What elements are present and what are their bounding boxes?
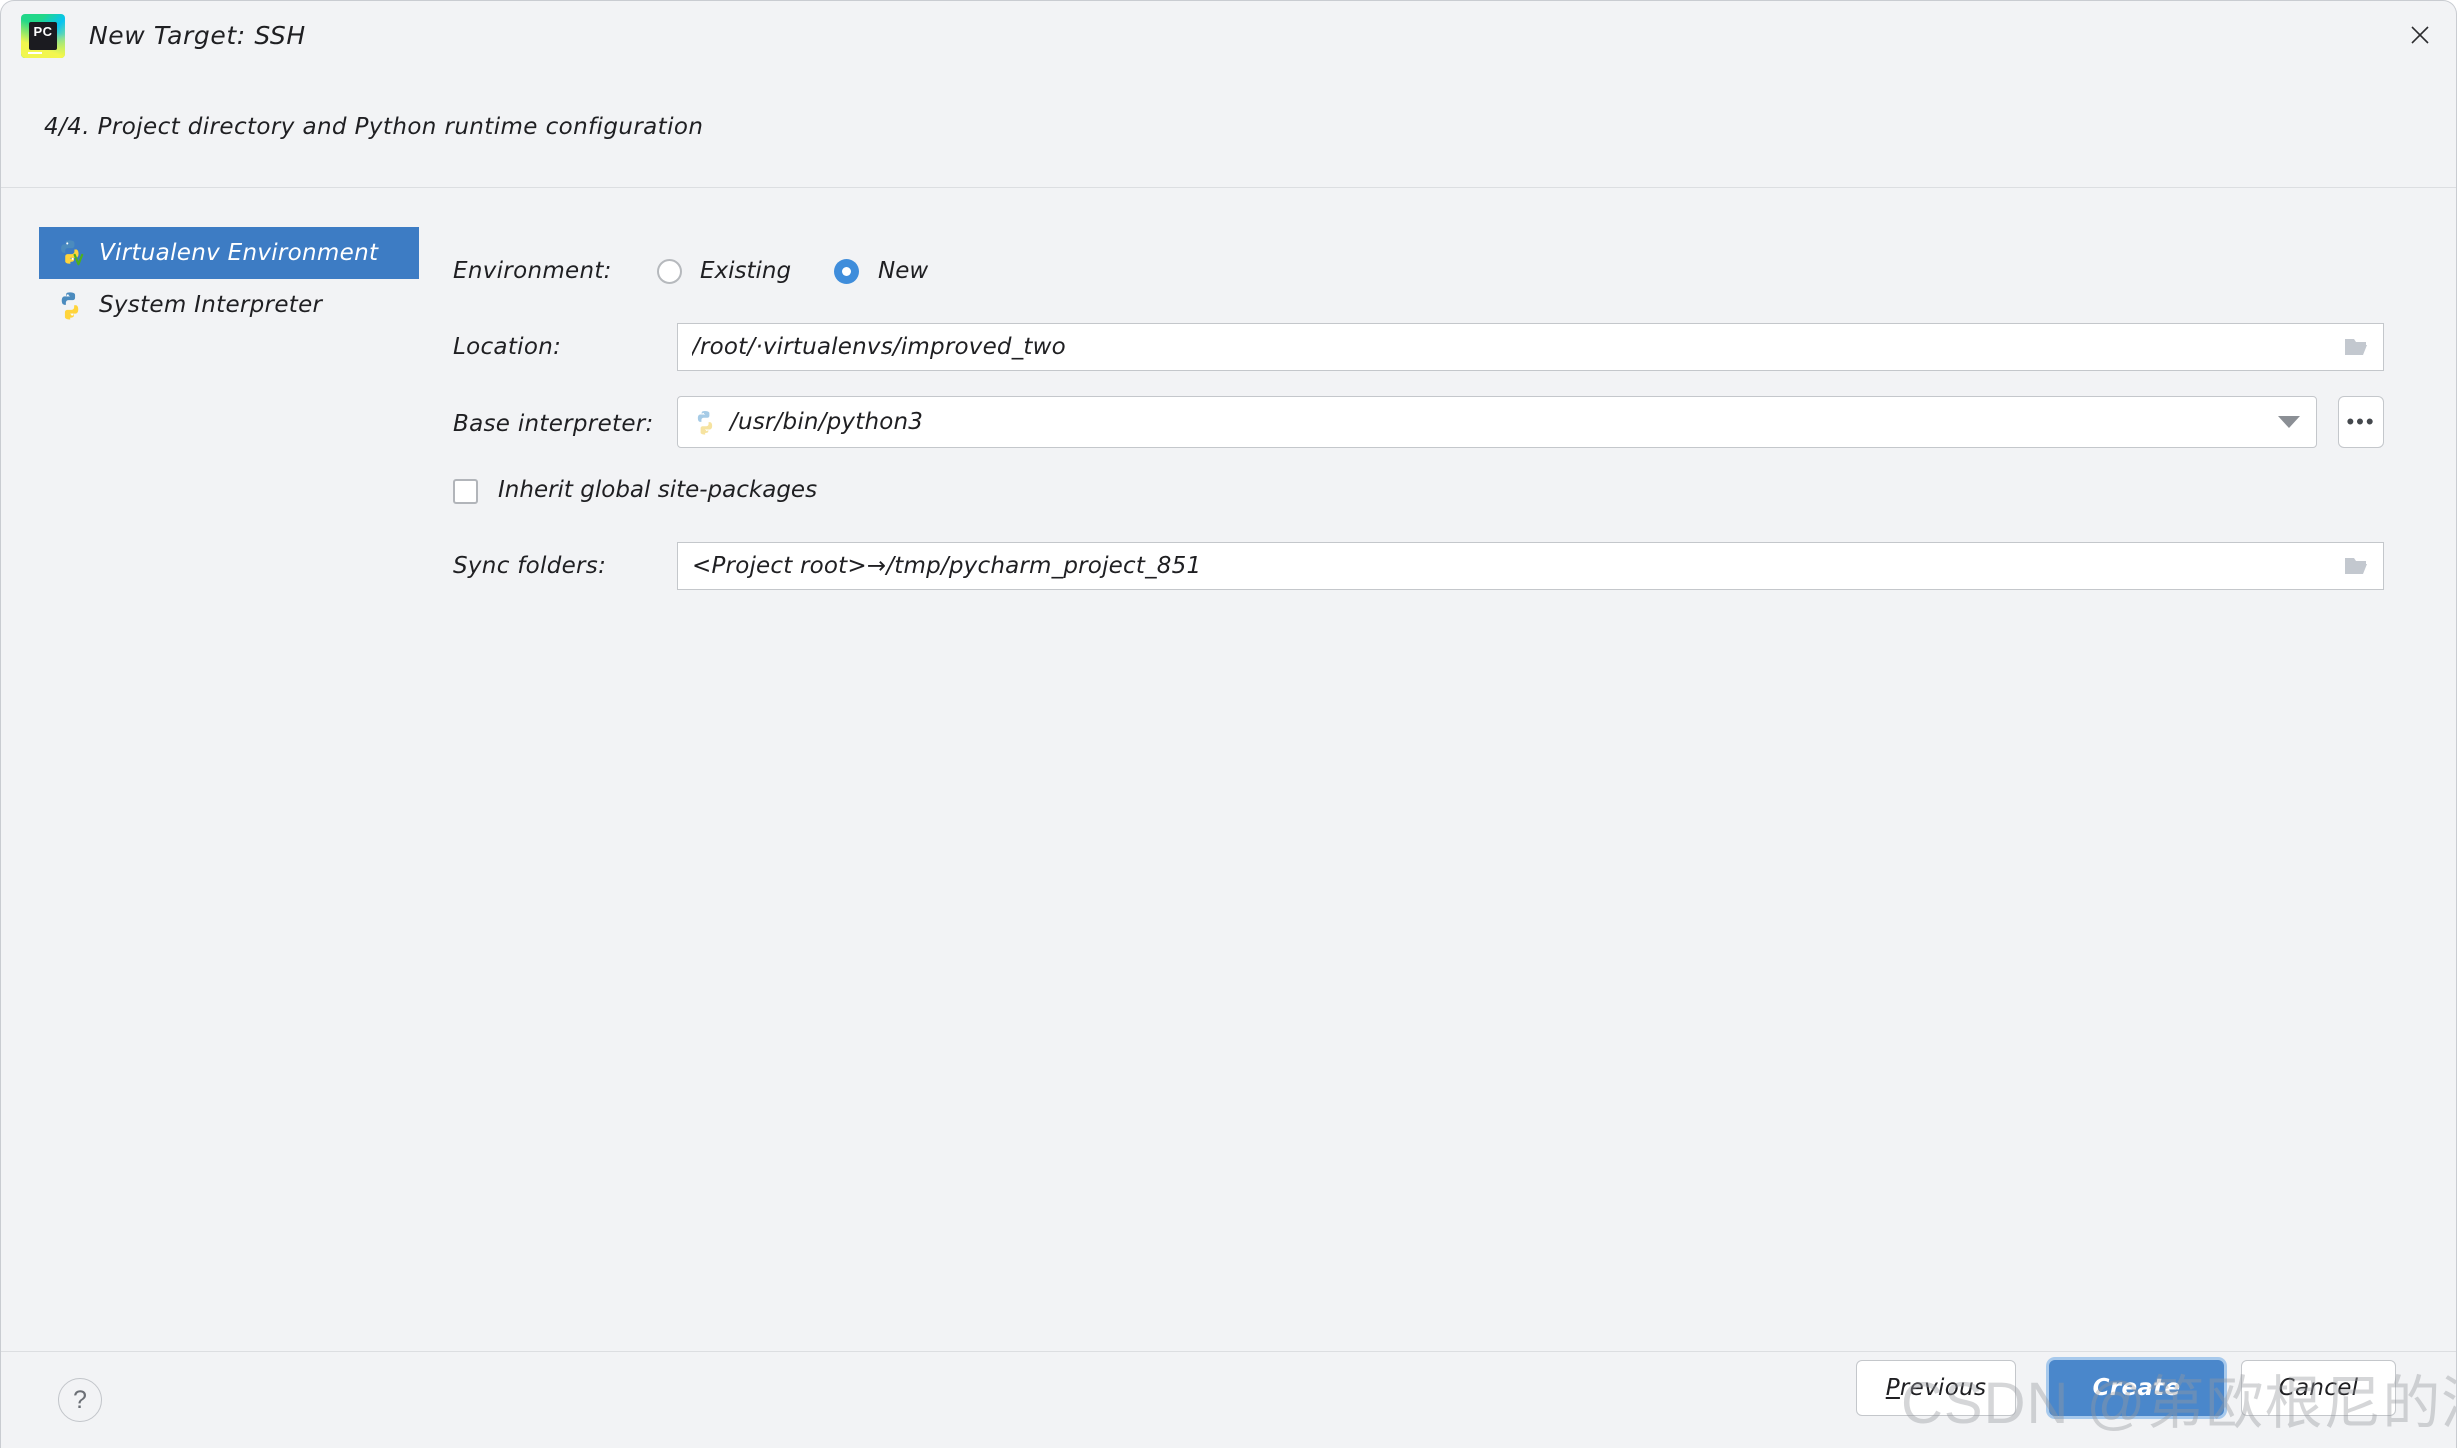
python-icon xyxy=(692,409,718,435)
radio-existing[interactable] xyxy=(657,259,682,284)
sidebar-item-system-interpreter[interactable]: System Interpreter xyxy=(39,279,419,331)
cancel-button[interactable]: Cancel xyxy=(2241,1360,2396,1416)
base-interpreter-label: Base interpreter: xyxy=(453,411,654,437)
location-value: /root/·virtualenvs/improved_two xyxy=(692,334,1066,360)
header-divider xyxy=(1,187,2456,188)
new-target-ssh-dialog: PC New Target: SSH 4/4. Project director… xyxy=(0,0,2457,1448)
environment-label: Environment: xyxy=(453,258,612,284)
radio-new-label[interactable]: New xyxy=(878,258,928,284)
sidebar-item-virtualenv-environment[interactable]: Virtualenv Environment xyxy=(39,227,419,279)
step-subtitle: 4/4. Project directory and Python runtim… xyxy=(44,114,704,140)
previous-button-mnemonic: P xyxy=(1885,1375,1900,1401)
sidebar-item-label: Virtualenv Environment xyxy=(99,240,379,266)
ellipsis-icon: ••• xyxy=(2346,409,2376,434)
base-interpreter-combo[interactable]: /usr/bin/python3 xyxy=(677,396,2317,448)
pycharm-logo-text: PC xyxy=(29,22,57,50)
folder-icon[interactable] xyxy=(2343,335,2373,359)
sidebar-item-label: System Interpreter xyxy=(99,292,323,318)
radio-new[interactable] xyxy=(834,259,859,284)
chevron-down-icon[interactable] xyxy=(2278,416,2300,428)
python-virtualenv-icon xyxy=(55,238,85,268)
close-icon[interactable] xyxy=(2394,9,2446,61)
title-bar: PC New Target: SSH xyxy=(1,1,2456,71)
close-glyph xyxy=(2411,26,2429,44)
previous-button[interactable]: Previous xyxy=(1856,1360,2016,1416)
sync-folders-label: Sync folders: xyxy=(453,553,607,579)
base-interpreter-browse-button[interactable]: ••• xyxy=(2338,396,2384,448)
previous-button-label: revious xyxy=(1899,1375,1987,1401)
footer-divider xyxy=(1,1351,2456,1352)
folder-icon[interactable] xyxy=(2343,554,2373,578)
window-title: New Target: SSH xyxy=(89,21,306,50)
location-label: Location: xyxy=(453,334,562,360)
environment-type-list: Virtualenv Environment System Interprete… xyxy=(39,227,419,331)
radio-existing-label[interactable]: Existing xyxy=(700,258,791,284)
sync-folders-value: <Project root>→/tmp/pycharm_project_851 xyxy=(692,553,1202,579)
inherit-site-packages-checkbox[interactable] xyxy=(453,479,478,504)
python-icon xyxy=(55,290,85,320)
help-button[interactable]: ? xyxy=(58,1378,102,1422)
sync-folders-input[interactable]: <Project root>→/tmp/pycharm_project_851 xyxy=(677,542,2384,590)
create-button[interactable]: Create xyxy=(2049,1360,2224,1416)
location-input[interactable]: /root/·virtualenvs/improved_two xyxy=(677,323,2384,371)
base-interpreter-value: /usr/bin/python3 xyxy=(730,409,924,435)
pycharm-logo-icon: PC xyxy=(21,14,65,58)
inherit-site-packages-label[interactable]: Inherit global site-packages xyxy=(498,477,817,503)
pycharm-logo-bar xyxy=(28,52,42,54)
